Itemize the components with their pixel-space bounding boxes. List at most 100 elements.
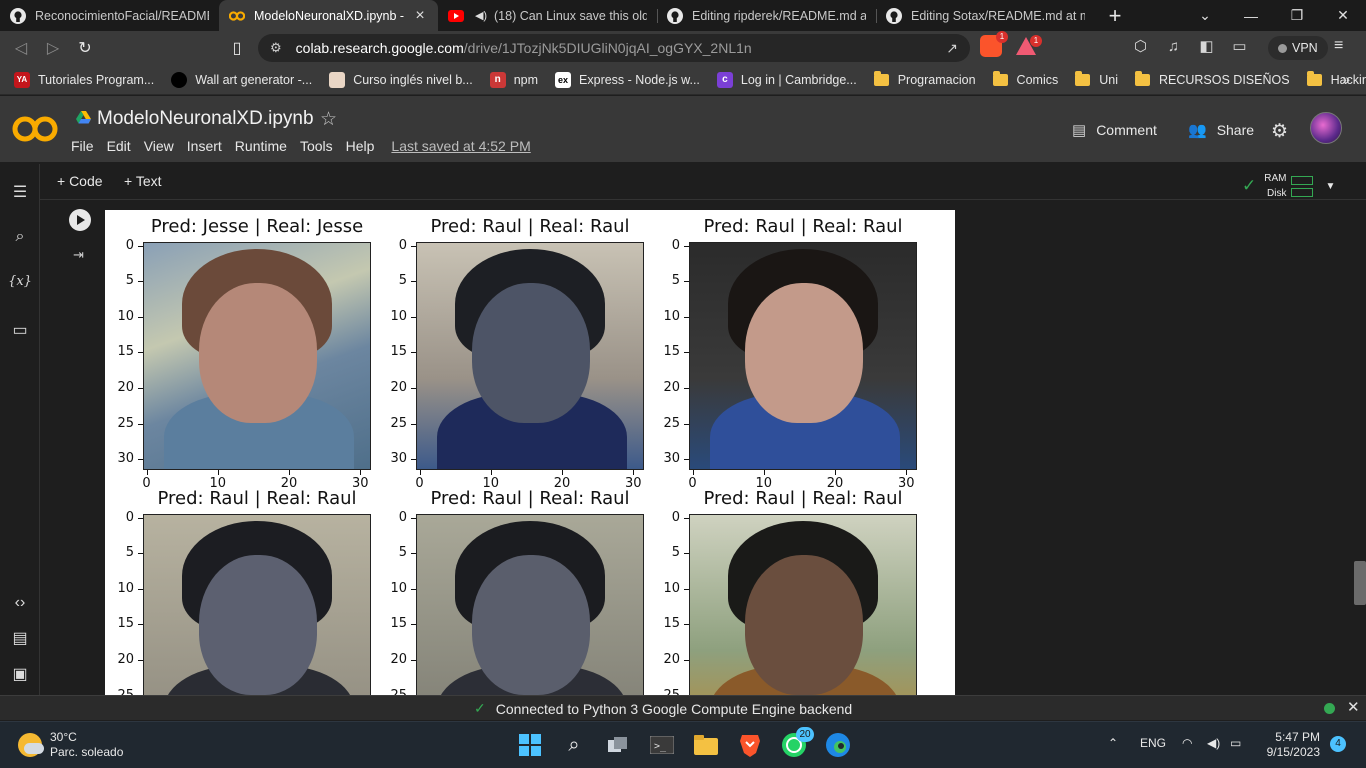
- menu-insert[interactable]: Insert: [187, 138, 222, 154]
- menu-tools[interactable]: Tools: [300, 138, 333, 154]
- bookmark-cambridge[interactable]: c Log in | Cambridge...: [716, 71, 857, 88]
- search-icon[interactable]: ⌕: [559, 730, 589, 760]
- browser-menu-icon[interactable]: ≡: [1334, 37, 1343, 55]
- extensions-icon[interactable]: ⬡: [1124, 37, 1157, 55]
- wifi-icon[interactable]: ◠: [1182, 736, 1192, 750]
- colab-menubar: File Edit View Insert Runtime Tools Help…: [71, 138, 544, 154]
- menu-runtime[interactable]: Runtime: [235, 138, 287, 154]
- avatar[interactable]: [1310, 112, 1342, 144]
- y-tick-label: 20: [663, 380, 680, 396]
- restore-icon[interactable]: ❐: [1274, 7, 1320, 24]
- last-saved-link[interactable]: Last saved at 4:52 PM: [391, 138, 530, 154]
- add-code-button[interactable]: + Code: [57, 173, 103, 189]
- folder-icon: [1075, 70, 1091, 86]
- command-palette-icon[interactable]: ▤: [0, 628, 40, 648]
- bookmark-folder-uni[interactable]: Uni: [1075, 70, 1118, 87]
- music-icon[interactable]: ♫: [1157, 38, 1190, 55]
- more-bookmarks-icon[interactable]: »: [1342, 71, 1350, 87]
- close-icon[interactable]: ✕: [1347, 698, 1360, 716]
- language-indicator[interactable]: ENG: [1140, 736, 1166, 750]
- bookmark-wall-art[interactable]: Wall art generator -...: [171, 71, 312, 88]
- star-icon[interactable]: ☆: [320, 108, 337, 131]
- y-tick-label: 10: [663, 308, 680, 324]
- close-window-icon[interactable]: ✕: [1320, 7, 1366, 24]
- bookmark-folder-comics[interactable]: Comics: [992, 70, 1058, 87]
- tab-youtube-linux[interactable]: ◀) (18) Can Linux save this old lap: [438, 0, 657, 31]
- menu-file[interactable]: File: [71, 138, 94, 154]
- tab-search-icon[interactable]: ⌄: [1182, 7, 1228, 24]
- address-bar[interactable]: ⚙ colab.research.google.com/drive/1JTozj…: [258, 34, 970, 62]
- file-explorer-icon[interactable]: [691, 730, 721, 760]
- tab-editing-sotax[interactable]: Editing Sotax/README.md at main: [876, 0, 1095, 31]
- drive-icon[interactable]: [76, 111, 91, 124]
- chevron-up-icon[interactable]: ⌃: [1108, 736, 1118, 750]
- search-icon[interactable]: ⌕: [0, 228, 40, 246]
- terminal-app-icon[interactable]: >_: [647, 730, 677, 760]
- chevron-down-icon[interactable]: ▼: [1325, 181, 1335, 192]
- volume-icon[interactable]: ◀): [1207, 736, 1220, 750]
- brave-rewards-icon[interactable]: 1: [1016, 35, 1042, 55]
- status-bar: ✓ Connected to Python 3 Google Compute E…: [0, 695, 1366, 720]
- menu-help[interactable]: Help: [346, 138, 375, 154]
- wallet-icon[interactable]: ▭: [1223, 37, 1256, 55]
- task-view-icon[interactable]: [603, 730, 633, 760]
- brave-browser-icon[interactable]: [735, 730, 765, 760]
- scrollbar[interactable]: [1354, 561, 1366, 605]
- minimize-icon[interactable]: —: [1228, 8, 1274, 24]
- y-tick-label: 30: [663, 451, 680, 467]
- y-tick-label: 0: [671, 237, 680, 253]
- bookmark-folder-hacking[interactable]: Hacking: [1306, 70, 1366, 87]
- site-info-icon[interactable]: ⚙: [270, 40, 282, 56]
- back-icon[interactable]: ◁: [5, 33, 37, 63]
- battery-icon[interactable]: ▭: [1230, 736, 1241, 750]
- brave-shield-icon[interactable]: 1: [980, 31, 1008, 57]
- start-button[interactable]: [515, 730, 545, 760]
- code-snippets-icon[interactable]: ‹›: [0, 594, 40, 612]
- run-cell-button[interactable]: [69, 209, 91, 231]
- bookmark-npm[interactable]: n npm: [489, 71, 538, 88]
- sidebar-icon[interactable]: ◧: [1190, 37, 1223, 55]
- subplot-title: Pred: Raul | Real: Raul: [430, 488, 630, 509]
- reload-icon[interactable]: ↻: [69, 33, 101, 63]
- weather-widget[interactable]: 30°C Parc. soleado: [18, 730, 123, 760]
- add-text-button[interactable]: + Text: [124, 173, 162, 189]
- resource-monitor[interactable]: ✓ RAM Disk ▼: [1242, 171, 1335, 201]
- bookmark-icon[interactable]: ▯: [221, 33, 253, 63]
- comment-button[interactable]: ▤ Comment: [1072, 121, 1157, 139]
- clock[interactable]: 5:47 PM 9/15/2023: [1258, 730, 1320, 760]
- tab-modelo-neuronal[interactable]: ModeloNeuronalXD.ipynb - C ×: [219, 0, 438, 31]
- bookmark-express[interactable]: ex Express - Node.js w...: [555, 71, 700, 88]
- tab-reconocimiento-readme[interactable]: ReconocimientoFacial/README.md: [0, 0, 219, 31]
- svg-text:>_: >_: [654, 741, 667, 752]
- subplot-image-face: [745, 555, 863, 695]
- menu-edit[interactable]: Edit: [107, 138, 131, 154]
- variables-icon[interactable]: {x}: [0, 274, 40, 289]
- vpn-button[interactable]: VPN: [1268, 36, 1328, 60]
- terminal-icon[interactable]: ▣: [0, 664, 40, 684]
- menu-view[interactable]: View: [144, 138, 174, 154]
- share-button[interactable]: 👥 Share: [1188, 121, 1254, 139]
- notification-badge[interactable]: 4: [1330, 736, 1346, 752]
- tab-title: Editing Sotax/README.md at main: [911, 8, 1085, 23]
- bookmark-folder-programacion[interactable]: Programacion: [873, 70, 976, 87]
- close-tab-icon[interactable]: ×: [412, 7, 428, 25]
- edge-icon[interactable]: [823, 730, 853, 760]
- colab-logo[interactable]: [12, 114, 58, 144]
- bookmark-folder-recursos[interactable]: RECURSOS DISEÑOS: [1134, 70, 1290, 87]
- bookmark-tutoriales[interactable]: YA Tutoriales Program...: [14, 71, 154, 88]
- forward-icon[interactable]: ▷: [37, 33, 69, 63]
- files-icon[interactable]: ▭: [0, 320, 40, 340]
- gear-icon[interactable]: ⚙: [1271, 120, 1288, 143]
- y-tick-label: 0: [671, 509, 680, 525]
- bookmark-curso-ingles[interactable]: Curso inglés nivel b...: [329, 71, 473, 88]
- share-icon[interactable]: ↗: [946, 40, 958, 57]
- tab-editing-ripderek[interactable]: Editing ripderek/README.md at m: [657, 0, 876, 31]
- x-tick-mark: [763, 470, 765, 475]
- y-tick-mark: [138, 624, 143, 626]
- y-tick-mark: [411, 245, 416, 247]
- output-actions-icon[interactable]: ⇥: [73, 247, 84, 263]
- table-of-contents-icon[interactable]: ☰: [0, 182, 40, 202]
- y-tick-mark: [411, 553, 416, 555]
- new-tab-button[interactable]: +: [1095, 0, 1135, 31]
- notebook-title[interactable]: ModeloNeuronalXD.ipynb: [97, 108, 314, 130]
